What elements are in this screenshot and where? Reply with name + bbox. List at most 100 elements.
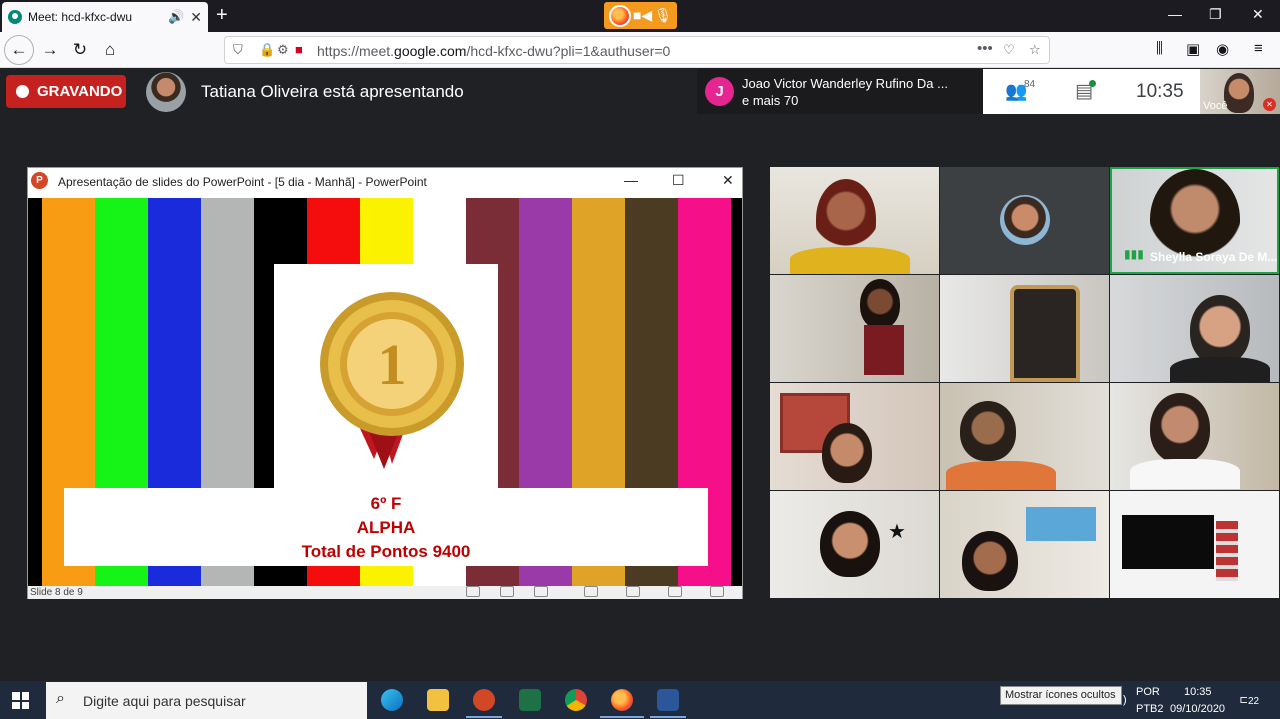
- slide-team-label: ALPHA: [356, 518, 416, 537]
- speaking-indicator-icon: ▮▮▮: [1124, 247, 1144, 261]
- svg-text:1: 1: [378, 332, 407, 397]
- participant-tile[interactable]: ★: [770, 491, 939, 598]
- lock-icon[interactable]: 🔒: [259, 42, 275, 58]
- close-tab-icon[interactable]: ✕: [190, 9, 202, 26]
- home-button[interactable]: ⌂: [98, 39, 122, 61]
- join-notification[interactable]: J Joao Victor Wanderley Rufino Da ... e …: [697, 69, 983, 114]
- notification-count: 22: [1247, 696, 1261, 707]
- speaker-icon[interactable]: 🔊: [168, 9, 184, 25]
- address-bar[interactable]: ⛉ 🔒 ⚙ ■ https://meet.google.com/hcd-kfxc…: [224, 36, 1050, 64]
- participant-avatar: [1000, 195, 1050, 245]
- maximize-window-button[interactable]: ❐: [1209, 6, 1222, 23]
- search-icon: ⌕: [56, 690, 65, 707]
- slide-sorter-icon[interactable]: [626, 586, 640, 597]
- chrome-icon[interactable]: [565, 689, 587, 711]
- powerpoint-window[interactable]: P Apresentação de slides do PowerPoint -…: [27, 167, 743, 599]
- recording-label: GRAVANDO: [37, 83, 123, 100]
- browser-tab-strip: Meet: hcd-kfxc-dwu 🔊 ✕ + ■◀ 🎙 — ❐ ✕: [0, 0, 1280, 32]
- participant-name: Sheylla Soraya De M...: [1150, 250, 1278, 264]
- chat-notification-dot: [1089, 80, 1096, 87]
- recording-badge: GRAVANDO: [6, 75, 126, 108]
- wall-painting: [1026, 507, 1096, 541]
- self-video: [1224, 73, 1254, 113]
- participant-tile[interactable]: [1110, 383, 1279, 490]
- ppt-close-button[interactable]: ✕: [722, 172, 734, 189]
- meeting-clock: 10:35: [1136, 81, 1184, 102]
- clock-date[interactable]: 09/10/2020: [1170, 703, 1225, 715]
- next-slide-icon[interactable]: [534, 586, 548, 597]
- permissions-icon[interactable]: ⚙: [277, 42, 289, 58]
- recording-dot-icon: [16, 85, 29, 98]
- page-actions-icon[interactable]: •••: [977, 40, 993, 57]
- minimize-window-button[interactable]: —: [1168, 6, 1182, 22]
- hidden-icons-tooltip: Mostrar ícones ocultos: [1000, 686, 1122, 705]
- participant-tile[interactable]: [940, 275, 1109, 382]
- url-text[interactable]: https://meet.google.com/hcd-kfxc-dwu?pli…: [317, 43, 670, 59]
- word-icon[interactable]: [657, 689, 679, 711]
- participant-count: 84: [1024, 79, 1036, 90]
- notes-icon[interactable]: [500, 586, 514, 597]
- ppt-titlebar: P Apresentação de slides do PowerPoint -…: [28, 168, 742, 196]
- participant-tile-speaking[interactable]: ▮▮▮ Sheylla Soraya De M...: [1110, 167, 1279, 274]
- file-explorer-icon[interactable]: [427, 689, 449, 711]
- microphone-icon: 🎙: [654, 7, 672, 23]
- windows-start-icon[interactable]: [12, 692, 29, 709]
- excel-icon[interactable]: [519, 689, 541, 711]
- tab-meet[interactable]: Meet: hcd-kfxc-dwu 🔊 ✕: [2, 2, 208, 32]
- participant-grid: ▮▮▮ Sheylla Soraya De M... ★: [770, 167, 1280, 599]
- firefox-taskbar-icon[interactable]: [611, 689, 633, 711]
- library-icon[interactable]: ⫼: [1156, 40, 1163, 57]
- powerpoint-taskbar-icon[interactable]: [473, 689, 495, 711]
- close-window-button[interactable]: ✕: [1252, 6, 1264, 23]
- keyboard-layout[interactable]: PTB2: [1136, 703, 1164, 715]
- forward-button[interactable]: →: [38, 39, 62, 61]
- bookmark-star-icon[interactable]: ☆: [1029, 42, 1041, 58]
- back-button[interactable]: ←: [4, 35, 34, 65]
- participant-tile[interactable]: [940, 167, 1109, 274]
- ppt-minimize-button[interactable]: —: [624, 172, 638, 188]
- camera-permission-icon[interactable]: ■: [295, 42, 303, 57]
- participant-shirt: [946, 461, 1056, 490]
- participant-tile[interactable]: [940, 383, 1109, 490]
- participant-shirt: [1170, 357, 1270, 382]
- firefox-icon: [608, 4, 631, 27]
- slide-counter: Slide 8 de 9: [30, 587, 83, 598]
- action-center-icon[interactable]: ▭22: [1239, 689, 1261, 709]
- new-tab-button[interactable]: +: [216, 4, 228, 26]
- participant-video: [860, 279, 900, 329]
- mic-off-icon: ✕: [1263, 98, 1276, 111]
- participant-tile[interactable]: [1110, 275, 1279, 382]
- chair-back: [1010, 285, 1080, 382]
- participant-tile[interactable]: [770, 275, 939, 382]
- normal-view-icon[interactable]: [584, 586, 598, 597]
- presenter-avatar: [146, 72, 186, 112]
- active-indicator: [466, 716, 502, 718]
- taskbar-search[interactable]: ⌕ Digite aqui para pesquisar: [46, 682, 367, 719]
- sharing-indicator[interactable]: ■◀ 🎙: [604, 2, 677, 29]
- reload-button[interactable]: ↻: [68, 39, 92, 61]
- reading-view-icon[interactable]: [668, 586, 682, 597]
- participant-tile[interactable]: [770, 167, 939, 274]
- slideshow-icon[interactable]: [710, 586, 724, 597]
- participant-tile[interactable]: [940, 491, 1109, 598]
- self-view[interactable]: Você ✕: [1200, 69, 1280, 114]
- slide-class-label: 6º F: [370, 494, 402, 513]
- ppt-maximize-button[interactable]: ☐: [672, 172, 685, 189]
- edge-icon[interactable]: [381, 689, 403, 711]
- sidebar-icon[interactable]: ▣: [1186, 40, 1200, 58]
- medal-card: 1: [274, 264, 498, 494]
- language-code[interactable]: POR: [1136, 686, 1160, 698]
- pocket-icon[interactable]: ♡: [1003, 42, 1015, 58]
- account-icon[interactable]: ◉: [1216, 40, 1229, 58]
- participant-tile[interactable]: [1110, 491, 1279, 598]
- tray-chevron-icon[interactable]: ): [1123, 694, 1127, 706]
- clock-time[interactable]: 10:35: [1184, 686, 1212, 698]
- shield-icon[interactable]: ⛉: [233, 42, 243, 58]
- menu-icon[interactable]: ≡: [1254, 40, 1263, 57]
- prev-slide-icon[interactable]: [466, 586, 480, 597]
- participant-video: [820, 511, 880, 577]
- active-indicator: [650, 716, 686, 718]
- slide-points-label: Total de Pontos 9400: [301, 542, 471, 561]
- slide-canvas: 1 6º F ALPHA Total de Pontos 9400: [28, 198, 742, 586]
- participant-tile[interactable]: [770, 383, 939, 490]
